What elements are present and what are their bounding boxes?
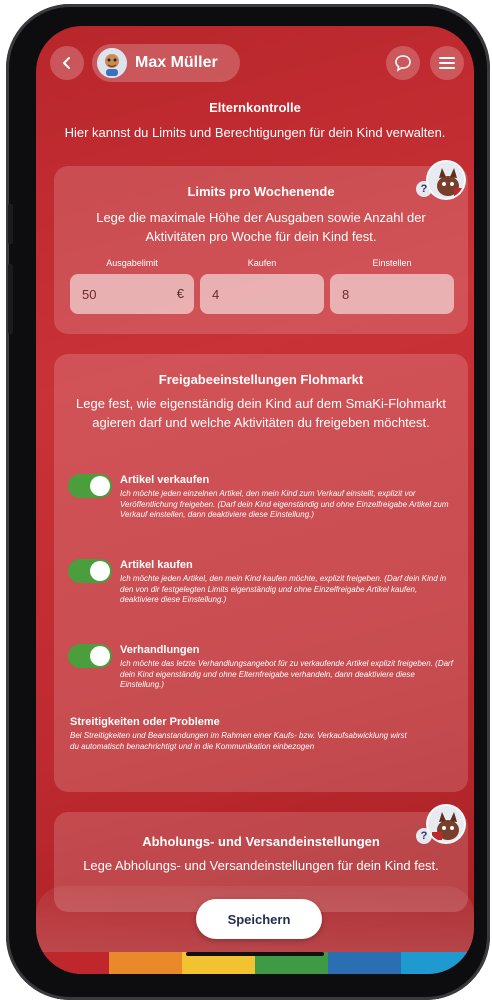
limits-card: Limits pro Wochenende Lege die maximale … bbox=[54, 160, 468, 334]
buy-title: Artikel kaufen bbox=[120, 559, 193, 571]
home-indicator[interactable] bbox=[186, 952, 324, 956]
spending-limit-label: Ausgabelimit bbox=[106, 258, 158, 268]
buy-description: Ich möchte jeden Artikel, den mein Kind … bbox=[120, 574, 447, 604]
mascot-image bbox=[426, 804, 466, 844]
phone-frame: Max Müller Elternkontrolle Hier kannst d… bbox=[6, 4, 490, 1000]
listing-limit-label: Einstellen bbox=[372, 258, 412, 268]
flohmarkt-card: Freigabeeinstellungen Flohmarkt Lege fes… bbox=[54, 354, 468, 792]
toggle-knob bbox=[90, 561, 110, 581]
chat-bubble-icon bbox=[395, 55, 411, 72]
sell-description: Ich möchte jeden einzelnen Artikel, den … bbox=[120, 489, 449, 519]
dispute-description: Bei Streitigkeiten und Beanstandungen im… bbox=[70, 731, 407, 751]
listing-limit-value: 8 bbox=[342, 286, 350, 302]
buy-limit-input[interactable]: 4 bbox=[200, 274, 324, 314]
abholung-title: Abholungs- und Versandeinstellungen bbox=[142, 834, 380, 849]
currency-unit: € bbox=[176, 286, 184, 301]
chevron-left-icon bbox=[63, 57, 70, 69]
spending-limit-value: 50 bbox=[82, 286, 97, 302]
flohmarkt-description: Lege fest, wie eigenständig dein Kind au… bbox=[76, 396, 446, 430]
buy-toggle[interactable] bbox=[68, 559, 112, 583]
user-name: Max Müller bbox=[135, 54, 218, 71]
page-title: Elternkontrolle bbox=[209, 100, 301, 115]
menu-button[interactable] bbox=[430, 46, 464, 80]
negotiation-title: Verhandlungen bbox=[120, 644, 200, 656]
negotiation-description: Ich möchte das letzte Verhandlungsangebo… bbox=[120, 659, 453, 689]
volume-down-button bbox=[8, 264, 13, 334]
buy-limit-value: 4 bbox=[212, 286, 220, 302]
listing-limit-input[interactable]: 8 bbox=[330, 274, 454, 314]
rainbow-segment bbox=[328, 952, 401, 974]
dispute-title: Streitigkeiten oder Probleme bbox=[70, 716, 220, 728]
volume-up-button bbox=[8, 204, 13, 244]
buy-limit-label: Kaufen bbox=[247, 258, 277, 268]
mascot-image bbox=[426, 160, 466, 200]
limits-description: Lege die maximale Höhe der Ausgaben sowi… bbox=[96, 210, 426, 244]
avatar bbox=[97, 48, 127, 78]
user-profile-pill[interactable]: Max Müller bbox=[92, 44, 240, 82]
hamburger-menu-icon bbox=[439, 57, 455, 69]
toggle-knob bbox=[90, 646, 110, 666]
rainbow-segment bbox=[109, 952, 182, 974]
abholung-description: Lege Abholungs- und Versandeinstellungen… bbox=[83, 858, 439, 873]
toggle-knob bbox=[90, 476, 110, 496]
top-bar: Max Müller bbox=[36, 26, 474, 104]
flohmarkt-title: Freigabeeinstellungen Flohmarkt bbox=[158, 372, 364, 387]
limits-title: Limits pro Wochenende bbox=[187, 184, 335, 199]
save-button[interactable]: Speichern bbox=[196, 899, 322, 939]
page-subtitle: Hier kannst du Limits und Berechtigungen… bbox=[64, 125, 446, 140]
app-screen: Max Müller Elternkontrolle Hier kannst d… bbox=[36, 26, 474, 974]
back-button[interactable] bbox=[50, 46, 84, 80]
negotiation-toggle[interactable] bbox=[68, 644, 112, 668]
spending-limit-input[interactable]: 50 € bbox=[70, 274, 194, 314]
sell-toggle[interactable] bbox=[68, 474, 112, 498]
chat-button[interactable] bbox=[386, 46, 420, 80]
sell-title: Artikel verkaufen bbox=[120, 474, 210, 486]
rainbow-segment bbox=[401, 952, 474, 974]
rainbow-segment bbox=[36, 952, 109, 974]
